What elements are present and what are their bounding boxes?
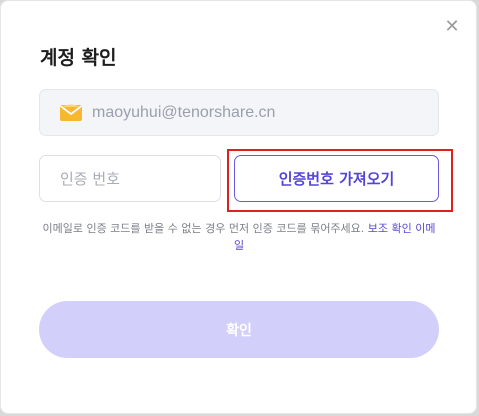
help-notice: 이메일로 인증 코드를 받을 수 없는 경우 먼저 인증 코드를 묶어주세요. … xyxy=(39,220,439,254)
get-verification-code-button[interactable]: 인증번호 가져오기 xyxy=(234,155,439,202)
close-icon[interactable]: ✕ xyxy=(441,15,463,37)
verification-code-input[interactable] xyxy=(39,155,221,202)
email-address: maoyuhui@tenorshare.cn xyxy=(92,103,276,121)
confirm-button[interactable]: 확인 xyxy=(39,301,439,358)
account-verification-dialog: ✕ 계정 확인 maoyuhui@tenorshare.cn 인증번호 가져오기… xyxy=(0,0,477,414)
envelope-icon xyxy=(59,103,83,123)
email-display-field: maoyuhui@tenorshare.cn xyxy=(39,89,439,136)
dialog-title: 계정 확인 xyxy=(40,47,117,69)
help-notice-text: 이메일로 인증 코드를 받을 수 없는 경우 먼저 인증 코드를 묶어주세요. xyxy=(42,222,365,235)
